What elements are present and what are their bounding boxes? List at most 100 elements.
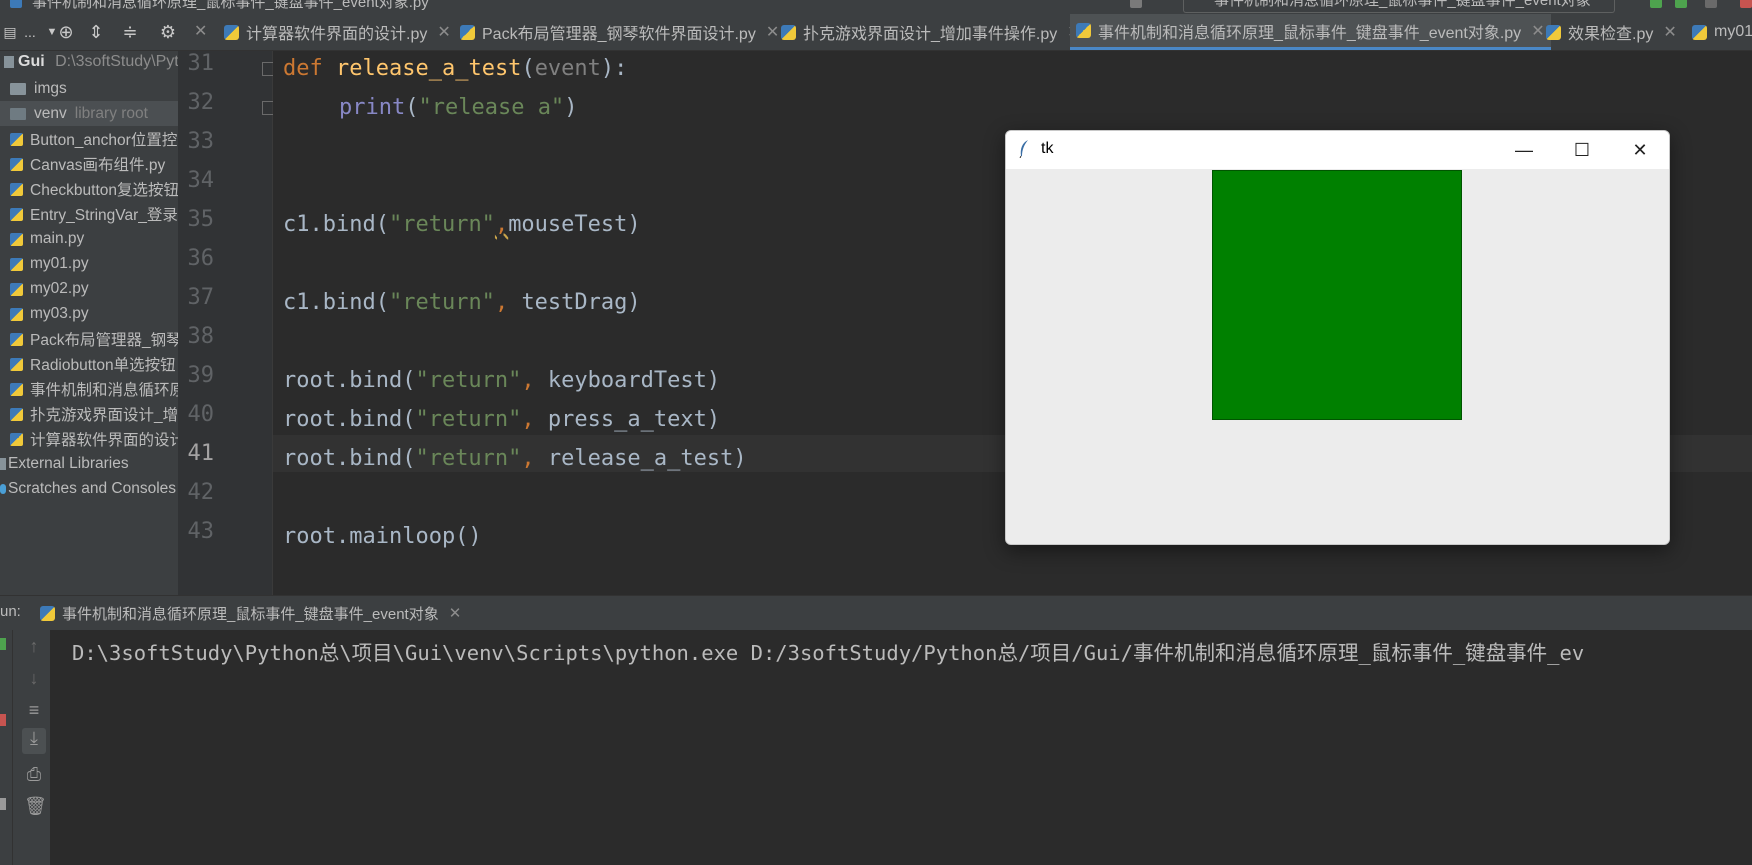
trash-icon[interactable]: 🗑 [24,796,47,817]
project-item-file[interactable]: my01.py [10,253,89,275]
tab-poker-game[interactable]: 扑克游戏界面设计_增加事件操作.py ✕ [781,14,1081,50]
project-item-file[interactable]: 事件机制和消息循环原 [10,378,178,400]
project-item-file[interactable]: Pack布局管理器_钢琴 [10,328,178,350]
comma-warning: , [494,212,509,237]
python-file-icon [10,207,23,221]
project-item-file[interactable]: Canvas画布组件.py [10,153,165,175]
paren: ) [564,95,578,120]
project-item-imgs[interactable]: imgs [10,78,67,100]
code-text: testDrag) [521,290,641,315]
string-literal: "return" [388,212,495,237]
run-icon[interactable] [1650,0,1662,8]
console-text: D:\3softStudy\Python总\项目\Gui\venv\Script… [72,641,1585,665]
project-item-file[interactable]: 扑克游戏界面设计_增加 [10,403,178,425]
item-label: 计算器软件界面的设计 [30,432,178,449]
line-number: 33 [187,129,215,154]
collapse-all-icon[interactable]: ≑ [120,22,140,42]
project-root[interactable]: Gui D:\3softStudy\Pyth [4,53,178,75]
project-item-file[interactable]: 计算器软件界面的设计 [10,428,178,450]
project-root-name: Gui [18,53,45,70]
stop-icon[interactable] [0,714,6,726]
expand-all-icon[interactable]: ⇕ [86,22,106,42]
pin-icon[interactable] [0,798,6,810]
project-item-venv[interactable]: venv library root [10,103,148,125]
run-configuration-selector[interactable]: 事件机制和消息循环原理_鼠标事件_键盘事件_event对象 [1183,0,1615,13]
python-file-icon [781,24,796,40]
string-literal: "release a" [418,95,565,120]
item-label: Scratches and Consoles [8,480,177,497]
tab-label: 效果检查.py [1568,26,1654,43]
comma: , [521,446,548,471]
rerun-icon[interactable] [0,638,6,650]
coverage-icon[interactable] [1705,0,1717,8]
close-icon[interactable]: ✕ [437,22,450,42]
tab-effect-check[interactable]: 效果检查.py ✕ [1546,14,1677,50]
line-number: 39 [187,363,215,388]
python-file-icon [10,257,23,271]
run-panel-header: un: 事件机制和消息循环原理_鼠标事件_键盘事件_event对象 ✕ [0,595,1752,630]
project-item-file[interactable]: Radiobutton单选按钮 [10,353,176,375]
ide-title-strip: 事件机制和消息循环原理_鼠标事件_键盘事件_event对象.py 事件机制和消息… [0,0,1752,14]
scroll-up-icon[interactable]: ↑ [24,636,44,657]
run-tab[interactable]: 事件机制和消息循环原理_鼠标事件_键盘事件_event对象 ✕ [40,596,461,630]
print-icon[interactable]: ⎙ [24,764,44,785]
tk-canvas[interactable] [1006,169,1669,544]
tab-label: 扑克游戏界面设计_增加事件操作.py [803,26,1058,43]
code-text: keyboardTest) [547,368,721,393]
close-icon[interactable]: ✕ [194,21,207,41]
item-label: my01.py [30,255,89,272]
ide-window-title: 事件机制和消息循环原理_鼠标事件_键盘事件_event对象.py [32,0,429,11]
minimize-button[interactable]: — [1495,131,1553,169]
tab-pack-piano[interactable]: Pack布局管理器_钢琴软件界面设计.py ✕ [460,14,779,50]
item-label: 事件机制和消息循环原 [30,382,178,399]
close-button[interactable]: ✕ [1611,131,1669,169]
python-file-icon [10,307,23,321]
green-rectangle[interactable] [1212,170,1462,420]
project-item-file[interactable]: my03.py [10,303,89,325]
tab-event-mechanism[interactable]: 事件机制和消息循环原理_鼠标事件_键盘事件_event对象.py ✕ [1070,14,1551,50]
close-icon[interactable]: ✕ [1531,21,1544,41]
debug-icon[interactable] [1675,0,1687,8]
close-icon[interactable]: ✕ [449,604,462,622]
tk-titlebar[interactable]: tk — ☐ ✕ [1006,131,1669,169]
stop-icon[interactable] [1740,0,1752,8]
tab-calculator[interactable]: 计算器软件界面的设计.py ✕ [224,14,451,50]
run-tab-label: 事件机制和消息循环原理_鼠标事件_键盘事件_event对象 [62,605,439,623]
close-icon[interactable]: ✕ [766,22,779,42]
python-file-icon [10,182,23,196]
function-name: release_a_test [336,56,522,81]
library-icon [0,458,6,470]
tk-window-title: tk [1041,140,1054,157]
project-item-file[interactable]: Button_anchor位置控 [10,128,177,150]
python-file-icon [10,357,23,371]
scroll-to-end-icon[interactable]: ⤓ [22,728,46,754]
locate-file-icon[interactable]: ⊕ [56,22,76,42]
line-number: 43 [187,519,215,544]
project-item-file[interactable]: Checkbutton复选按钮 [10,178,178,200]
project-view-dropdown[interactable]: ... [18,22,42,42]
external-libraries[interactable]: External Libraries [0,453,129,475]
close-icon[interactable]: ✕ [1663,22,1676,42]
folder-icon [10,83,26,95]
project-item-file[interactable]: Entry_StringVar_登录 [10,203,178,225]
string-literal: "return" [415,446,522,471]
folder-icon [4,55,14,68]
gear-icon[interactable]: ⚙ [158,22,178,42]
project-item-file[interactable]: my02.py [10,278,89,300]
project-item-file[interactable]: main.py [10,228,84,250]
code-text: c1.bind( [283,212,389,237]
tab-label: my01 [1714,23,1752,40]
python-file-icon [1076,23,1091,38]
tab-my01[interactable]: my01 [1692,14,1752,50]
soft-wrap-icon[interactable]: ≡ [24,700,44,721]
user-icon[interactable] [1130,0,1142,8]
item-label: Entry_StringVar_登录 [30,207,178,224]
comma: , [521,368,548,393]
scratches-and-consoles[interactable]: Scratches and Consoles [0,478,176,500]
project-view-icon[interactable]: ▤ [0,22,20,42]
maximize-button[interactable]: ☐ [1553,131,1611,169]
string-literal: "return" [388,290,495,315]
scroll-down-icon[interactable]: ↓ [24,668,44,689]
console-output[interactable]: D:\3softStudy\Python总\项目\Gui\venv\Script… [51,630,1752,865]
project-tree: Gui D:\3softStudy\Pyth imgs venv library … [0,51,178,595]
